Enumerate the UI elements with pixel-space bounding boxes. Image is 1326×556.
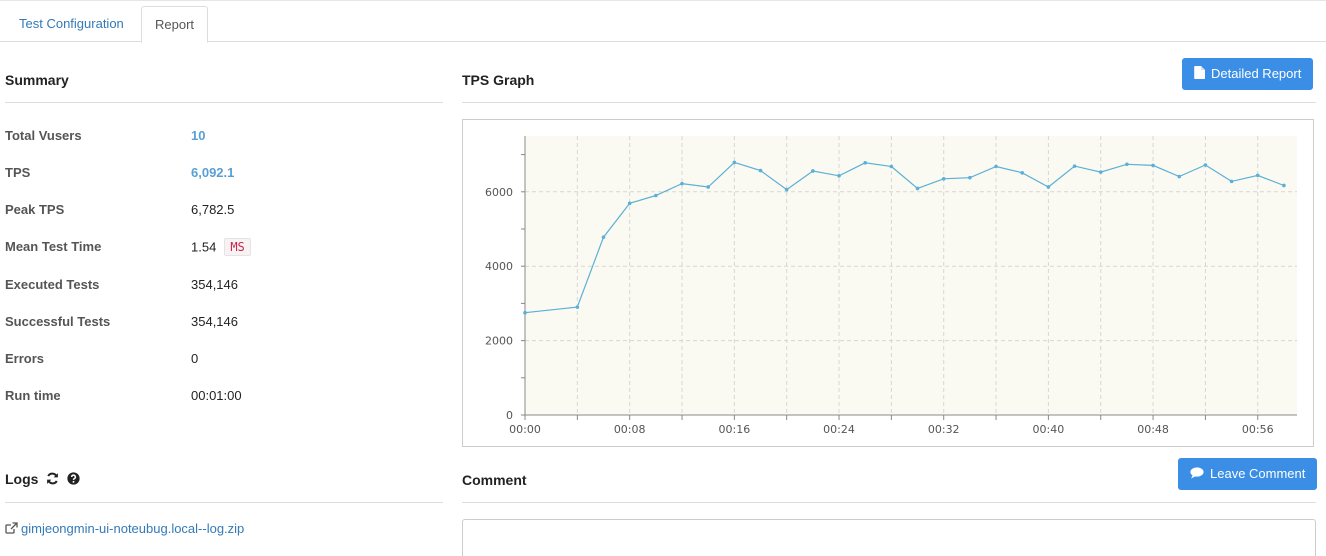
summary-row-errors: Errors 0: [5, 351, 445, 371]
tab-bar: Test Configuration Report: [0, 0, 1326, 43]
tps-value[interactable]: 6,092.1: [191, 165, 234, 180]
summary-row-run-time: Run time 00:01:00: [5, 388, 445, 408]
leave-comment-button[interactable]: Leave Comment: [1178, 458, 1318, 491]
summary-label: Errors: [5, 351, 45, 366]
x-tick-label: 00:40: [1033, 423, 1065, 436]
summary-label: Peak TPS: [5, 202, 65, 217]
data-point: [523, 310, 527, 315]
run-time-value: 00:01:00: [191, 388, 242, 403]
summary-label: Executed Tests: [5, 277, 100, 292]
tps-graph-divider: [462, 102, 1316, 103]
data-point: [1020, 171, 1025, 175]
errors-value: 0: [191, 351, 199, 366]
data-point: [680, 181, 684, 186]
data-point: [941, 176, 946, 181]
summary-label: Mean Test Time: [5, 239, 102, 254]
successful-tests-value: 354,146: [191, 314, 238, 329]
executed-tests-value: 354,146: [191, 277, 238, 292]
summary-label: TPS: [5, 165, 31, 180]
data-point: [1282, 183, 1286, 188]
logs-title: Logs: [5, 471, 39, 487]
log-file-label: gimjeongmin-ui-noteubug.local--log.zip: [21, 521, 245, 536]
data-point: [706, 185, 710, 189]
detailed-report-button[interactable]: Detailed Report: [1182, 58, 1314, 91]
comment-title: Comment: [462, 472, 527, 488]
summary-row-executed-tests: Executed Tests 354,146: [5, 277, 445, 297]
summary-divider: [5, 102, 443, 103]
x-tick-label: 00:08: [614, 423, 646, 436]
y-tick-label: 0: [506, 409, 513, 422]
summary-label: Total Vusers: [5, 128, 82, 143]
file-icon: [1194, 59, 1205, 91]
data-point: [601, 235, 606, 239]
tab-test-configuration[interactable]: Test Configuration: [5, 6, 138, 42]
logs-title-row: Logs: [5, 471, 80, 488]
logs-divider: [5, 502, 443, 503]
help-icon[interactable]: [67, 472, 80, 488]
data-point: [1046, 185, 1051, 189]
x-tick-label: 00:00: [509, 423, 541, 436]
summary-row-successful-tests: Successful Tests 354,146: [5, 314, 445, 334]
comment-icon: [1190, 459, 1204, 491]
data-point: [732, 160, 737, 165]
x-tick-label: 00:16: [719, 423, 751, 436]
summary-title: Summary: [5, 72, 69, 88]
summary-label: Run time: [5, 388, 61, 403]
summary-row-peak-tps: Peak TPS 6,782.5: [5, 202, 445, 222]
data-point: [889, 164, 894, 169]
data-point: [915, 186, 920, 191]
y-tick-label: 2000: [485, 335, 513, 348]
data-point: [1098, 170, 1103, 174]
data-point: [837, 174, 841, 178]
total-vusers-value[interactable]: 10: [191, 128, 205, 143]
summary-row-total-vusers: Total Vusers 10: [5, 128, 445, 148]
y-tick-label: 6000: [485, 186, 513, 199]
mean-test-time-cell: 1.54 MS: [191, 238, 251, 257]
summary-label: Successful Tests: [5, 314, 111, 329]
summary-row-tps: TPS 6,092.1: [5, 165, 445, 185]
mean-test-time-value: 1.54: [191, 239, 217, 255]
data-point: [1229, 179, 1234, 184]
leave-comment-label: Leave Comment: [1210, 466, 1306, 481]
log-file-link[interactable]: gimjeongmin-ui-noteubug.local--log.zip: [5, 521, 244, 537]
x-tick-label: 00:24: [823, 423, 855, 436]
tps-graph-title: TPS Graph: [462, 72, 535, 88]
x-tick-label: 00:56: [1242, 423, 1274, 436]
data-point: [575, 305, 580, 309]
data-point: [968, 175, 972, 180]
comment-textarea[interactable]: [462, 519, 1316, 556]
comment-divider: [462, 502, 1316, 503]
tps-chart: 0 2000 4000 6000 00:00 00:08 00:16 00:24 00:32 00…: [485, 136, 1297, 436]
data-point: [627, 201, 632, 206]
refresh-icon[interactable]: [46, 472, 59, 488]
data-point: [863, 160, 868, 165]
x-tick-label: 00:32: [928, 423, 960, 436]
external-link-icon: [5, 522, 18, 537]
unit-badge: MS: [224, 238, 251, 256]
data-point: [784, 187, 789, 192]
tab-report[interactable]: Report: [141, 6, 208, 43]
data-point: [1203, 163, 1208, 167]
tps-chart-container: 0 2000 4000 6000 00:00 00:08 00:16 00:24 00:32 00…: [462, 119, 1314, 447]
plot-area: [525, 136, 1297, 415]
y-tick-label: 4000: [485, 260, 513, 273]
data-point: [1177, 174, 1182, 179]
data-point: [811, 169, 815, 173]
data-point: [758, 168, 763, 173]
summary-row-mean-test-time: Mean Test Time 1.54 MS: [5, 238, 445, 259]
data-point: [1072, 164, 1077, 168]
detailed-report-label: Detailed Report: [1211, 66, 1302, 81]
x-tick-label: 00:48: [1137, 423, 1169, 436]
data-point: [1125, 162, 1129, 167]
data-point: [994, 164, 998, 169]
data-point: [1151, 163, 1155, 168]
data-point: [1255, 173, 1260, 178]
data-point: [654, 193, 658, 198]
peak-tps-value: 6,782.5: [191, 202, 235, 217]
